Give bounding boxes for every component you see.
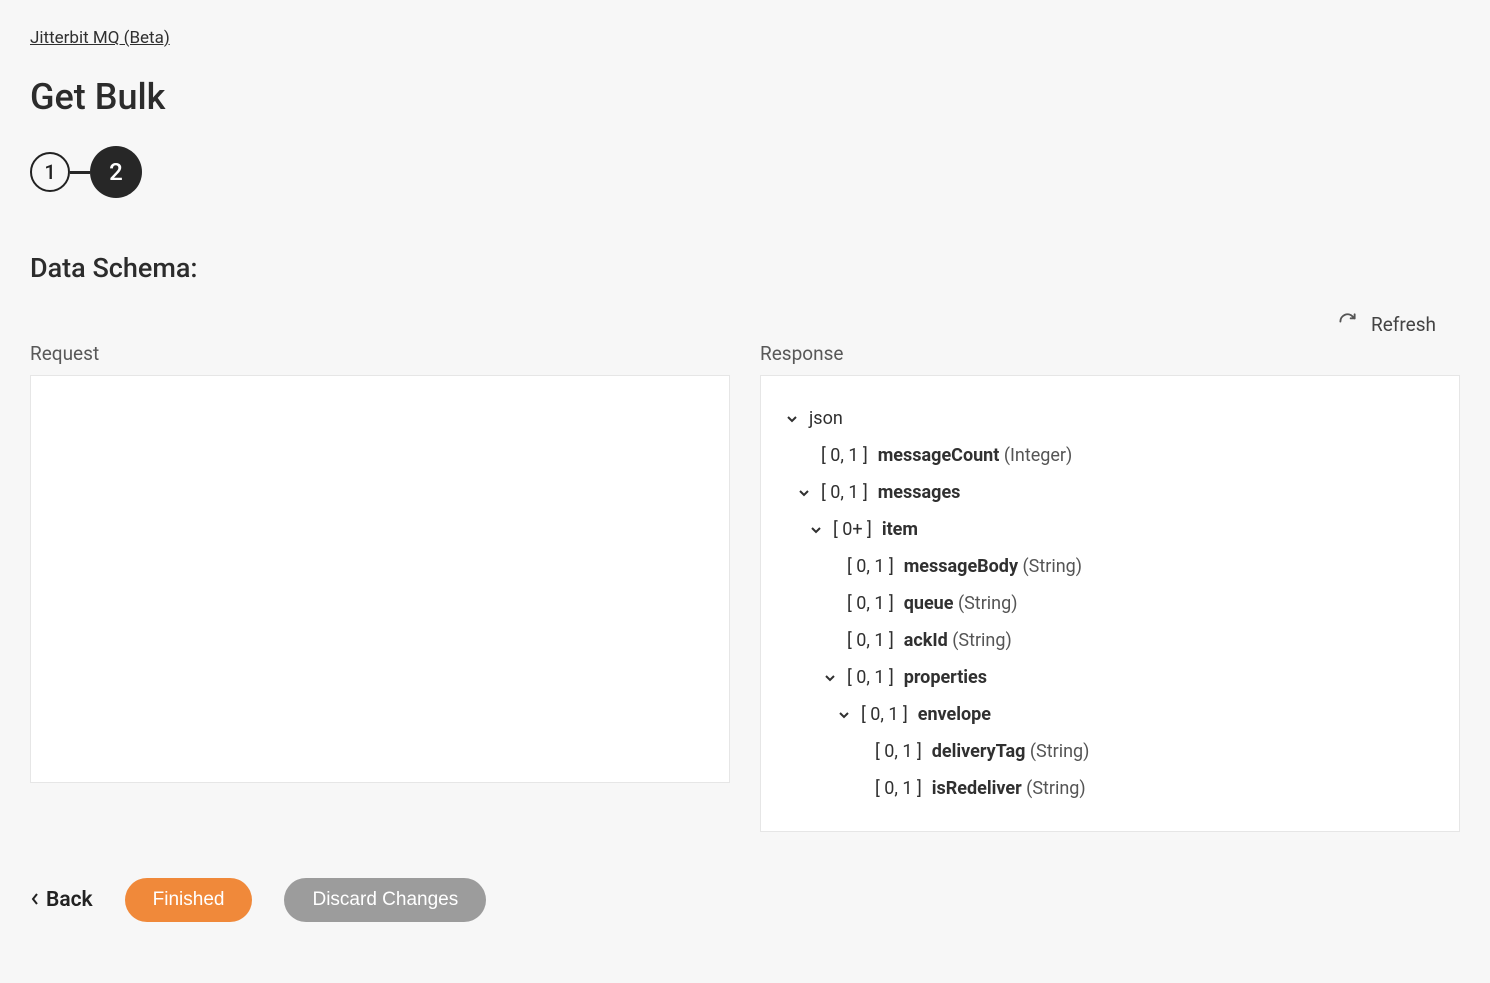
tree-node-envelope[interactable]: [ 0, 1 ] envelope	[785, 696, 1435, 733]
chevron-down-icon[interactable]	[809, 524, 823, 536]
back-label: Back	[46, 888, 93, 912]
finished-button[interactable]: Finished	[125, 878, 253, 922]
tree-node-messageBody[interactable]: [ 0, 1 ] messageBody (String)	[785, 548, 1435, 585]
tree-node-deliveryTag[interactable]: [ 0, 1 ] deliveryTag (String)	[785, 733, 1435, 770]
refresh-label: Refresh	[1371, 313, 1436, 336]
data-schema-heading: Data Schema:	[30, 252, 1460, 284]
tree-node-isRedeliver[interactable]: [ 0, 1 ] isRedeliver (String)	[785, 770, 1435, 807]
request-panel	[30, 375, 730, 783]
request-label: Request	[30, 342, 730, 365]
stepper: 1 2	[30, 146, 1460, 198]
chevron-down-icon[interactable]	[785, 413, 799, 425]
discard-changes-button[interactable]: Discard Changes	[284, 878, 486, 922]
refresh-button[interactable]: Refresh	[1338, 312, 1436, 336]
chevron-down-icon[interactable]	[837, 709, 851, 721]
chevron-left-icon	[30, 888, 40, 912]
tree-node-queue[interactable]: [ 0, 1 ] queue (String)	[785, 585, 1435, 622]
breadcrumb-link[interactable]: Jitterbit MQ (Beta)	[30, 28, 170, 48]
chevron-down-icon[interactable]	[823, 672, 837, 684]
back-button[interactable]: Back	[30, 888, 93, 912]
response-panel: json [ 0, 1 ] messageCount (Integer) [ 0…	[760, 375, 1460, 832]
step-connector	[70, 171, 90, 174]
step-1[interactable]: 1	[30, 152, 70, 192]
step-2[interactable]: 2	[90, 146, 142, 198]
response-label: Response	[760, 342, 1460, 365]
tree-node-messages[interactable]: [ 0, 1 ] messages	[785, 474, 1435, 511]
chevron-down-icon[interactable]	[797, 487, 811, 499]
tree-node-properties[interactable]: [ 0, 1 ] properties	[785, 659, 1435, 696]
tree-node-item[interactable]: [ 0+ ] item	[785, 511, 1435, 548]
refresh-icon	[1338, 312, 1357, 336]
tree-root-json[interactable]: json	[785, 400, 1435, 437]
page-title: Get Bulk	[30, 76, 1460, 118]
tree-node-label: json	[809, 405, 843, 432]
tree-node-ackId[interactable]: [ 0, 1 ] ackId (String)	[785, 622, 1435, 659]
tree-node-messageCount[interactable]: [ 0, 1 ] messageCount (Integer)	[785, 437, 1435, 474]
